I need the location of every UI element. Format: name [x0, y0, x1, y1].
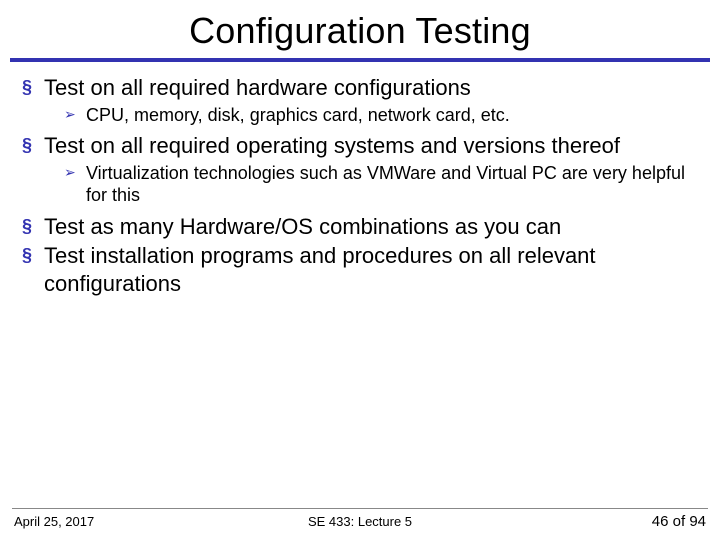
bullet-item: § Test on all required hardware configur…: [22, 74, 702, 102]
footer-row: April 25, 2017 SE 433: Lecture 5 46 of 9…: [0, 513, 720, 540]
arrow-bullet-icon: ➢: [64, 104, 86, 125]
bullet-text: Test on all required operating systems a…: [44, 132, 620, 160]
footer-date: April 25, 2017: [14, 514, 245, 529]
slide-footer: April 25, 2017 SE 433: Lecture 5 46 of 9…: [0, 508, 720, 540]
bullet-item: § Test installation programs and procedu…: [22, 242, 702, 297]
bullet-item: § Test on all required operating systems…: [22, 132, 702, 160]
title-underline: [10, 58, 710, 62]
bullet-text: Test on all required hardware configurat…: [44, 74, 471, 102]
sub-bullet-item: ➢ Virtualization technologies such as VM…: [64, 162, 702, 207]
slide-title: Configuration Testing: [0, 0, 720, 58]
square-bullet-icon: §: [22, 213, 44, 239]
square-bullet-icon: §: [22, 242, 44, 268]
slide: Configuration Testing § Test on all requ…: [0, 0, 720, 540]
bullet-text: Test as many Hardware/OS combinations as…: [44, 213, 561, 241]
arrow-bullet-icon: ➢: [64, 162, 86, 183]
sub-bullet-item: ➢ CPU, memory, disk, graphics card, netw…: [64, 104, 702, 127]
square-bullet-icon: §: [22, 74, 44, 100]
slide-body: § Test on all required hardware configur…: [0, 74, 720, 297]
bullet-item: § Test as many Hardware/OS combinations …: [22, 213, 702, 241]
sub-bullet-text: CPU, memory, disk, graphics card, networ…: [86, 104, 510, 127]
footer-page: 46 of 94: [475, 513, 706, 530]
footer-rule: [12, 508, 708, 509]
sub-bullet-text: Virtualization technologies such as VMWa…: [86, 162, 702, 207]
footer-center: SE 433: Lecture 5: [245, 514, 476, 529]
bullet-text: Test installation programs and procedure…: [44, 242, 702, 297]
square-bullet-icon: §: [22, 132, 44, 158]
